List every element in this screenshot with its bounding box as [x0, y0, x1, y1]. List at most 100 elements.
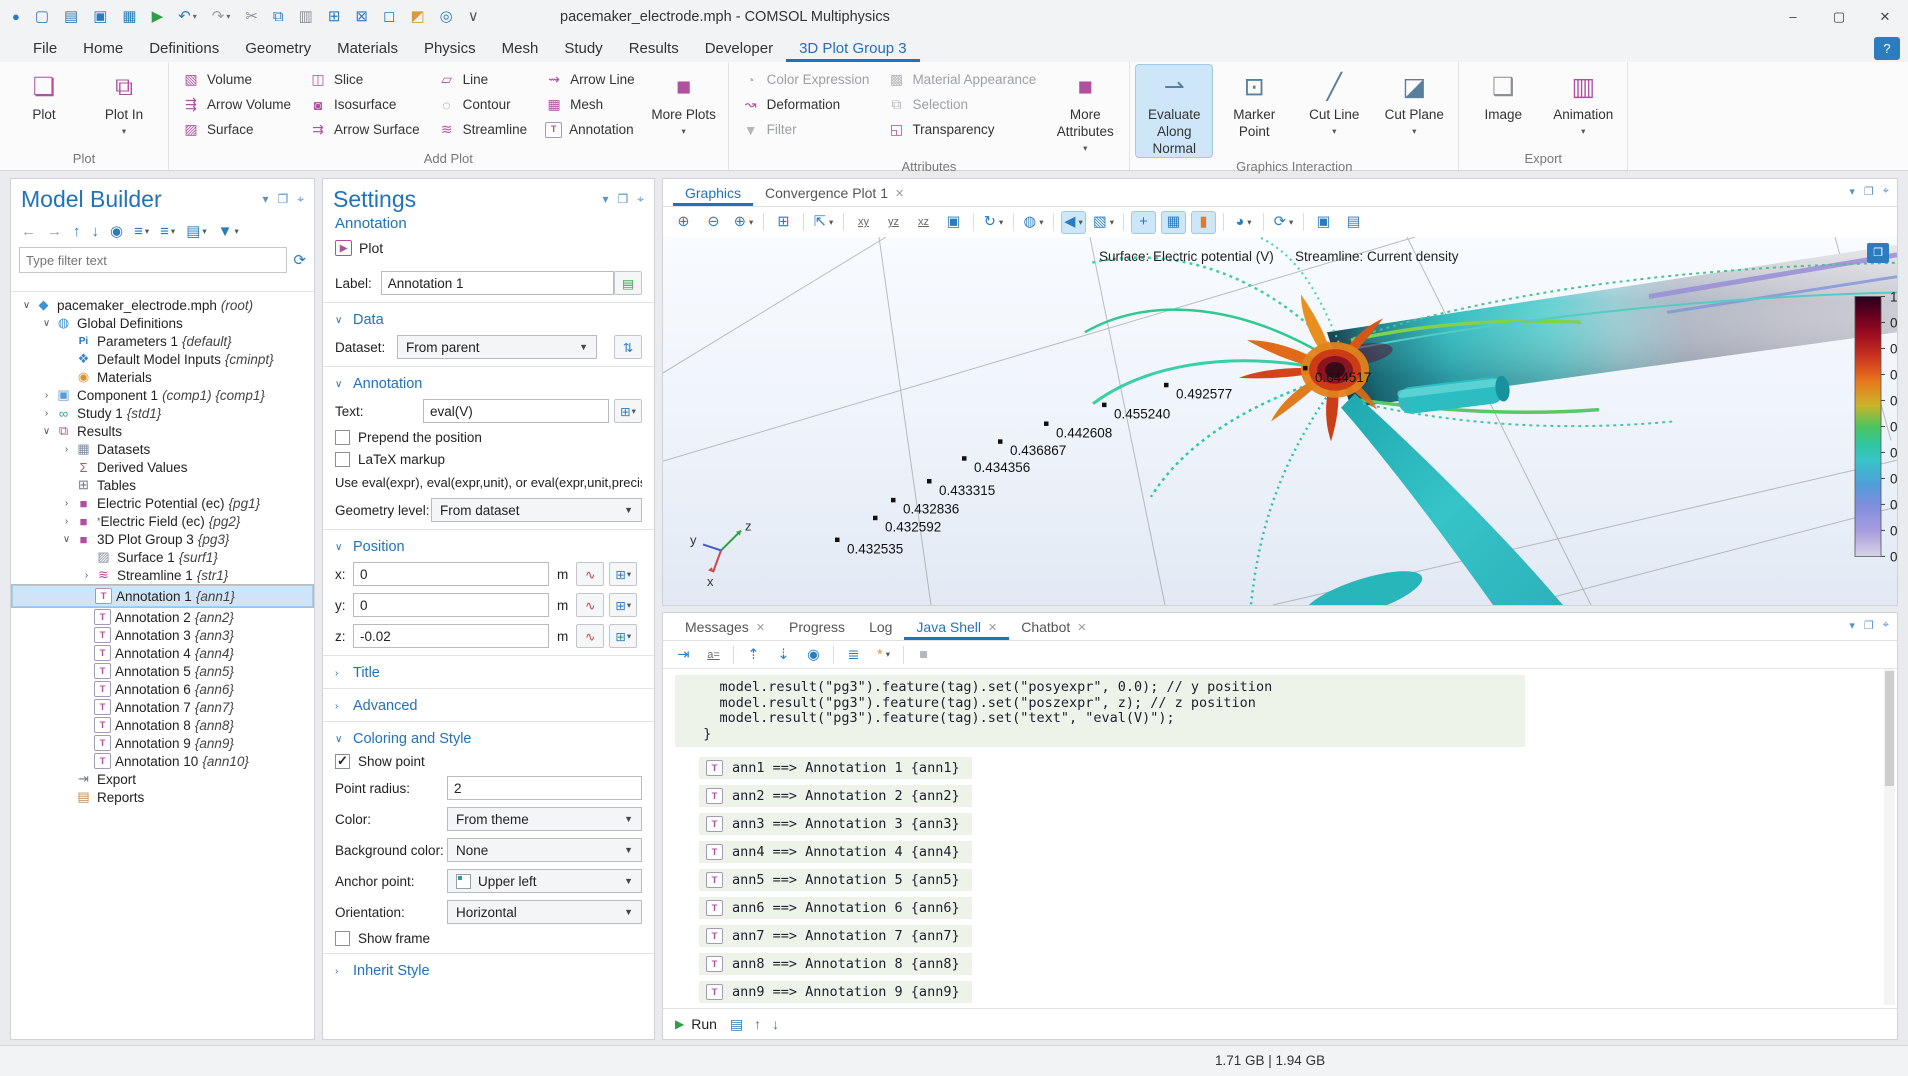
- menu-tab-home[interactable]: Home: [70, 36, 136, 62]
- view-yz-icon[interactable]: yz: [881, 211, 906, 234]
- menu-tab-developer[interactable]: Developer: [692, 36, 786, 62]
- annotation-button[interactable]: TAnnotation: [538, 117, 642, 142]
- dataset-select[interactable]: From parent▼: [397, 335, 597, 359]
- plot-in-button[interactable]: ⧉Plot In▾: [86, 65, 162, 140]
- line-button[interactable]: ▱Line: [431, 67, 535, 92]
- tree-item-annotation-2[interactable]: TAnnotation 2{ann2}: [11, 608, 314, 626]
- section-inherit-style[interactable]: ›Inherit Style: [335, 963, 642, 979]
- tree-item-pacemaker_electrode-mph[interactable]: ∨◆pacemaker_electrode.mph(root): [11, 296, 314, 314]
- run-icon[interactable]: ▶: [152, 0, 164, 34]
- menu-tab-mesh[interactable]: Mesh: [489, 36, 552, 62]
- log-file-icon[interactable]: ⇥: [671, 643, 696, 666]
- graphics-tab-convergence-plot-1[interactable]: Convergence Plot 1✕: [753, 182, 916, 206]
- tree-item-derived-values[interactable]: ΣDerived Values: [11, 458, 314, 476]
- geometry-level-select[interactable]: From dataset▼: [431, 498, 642, 522]
- section-position[interactable]: ∨Position: [335, 539, 642, 555]
- show-color-legend-icon[interactable]: ▮: [1191, 211, 1216, 234]
- collapse-all-icon[interactable]: ≡▾: [160, 223, 175, 240]
- menu-tab-results[interactable]: Results: [616, 36, 692, 62]
- show-axes-icon[interactable]: +: [1131, 211, 1156, 234]
- rename-note-icon[interactable]: ▤: [614, 271, 642, 295]
- position-x-input[interactable]: [353, 562, 549, 586]
- save-icon[interactable]: ▣: [93, 0, 107, 34]
- detach-view-icon[interactable]: ❐: [1867, 243, 1889, 263]
- pin-panel-icon[interactable]: ⌖: [297, 192, 304, 207]
- select-box-icon[interactable]: ◻: [383, 0, 395, 34]
- collapse-sections-icon[interactable]: ⇣: [771, 643, 796, 666]
- tree-expander-icon[interactable]: ›: [59, 444, 74, 455]
- slice-button[interactable]: ◫Slice: [302, 67, 427, 92]
- float-panel-icon[interactable]: ❐: [617, 192, 628, 207]
- sound-icon[interactable]: ◀▾: [1061, 211, 1086, 234]
- forward-icon[interactable]: →: [47, 223, 62, 240]
- deselect-icon[interactable]: ◩: [410, 0, 424, 34]
- cut-icon[interactable]: ✂: [245, 0, 258, 34]
- tree-item-export[interactable]: ⇥Export: [11, 770, 314, 788]
- undo-icon[interactable]: ↶▾: [178, 0, 197, 34]
- tree-item-annotation-10[interactable]: TAnnotation 10{ann10}: [11, 752, 314, 770]
- tree-item-reports[interactable]: ▤Reports: [11, 788, 314, 806]
- command-input-icon[interactable]: ▤: [730, 1016, 743, 1033]
- range-icon[interactable]: ∿: [576, 593, 604, 617]
- tree-item-annotation-9[interactable]: TAnnotation 9{ann9}: [11, 734, 314, 752]
- menu-tab-geometry[interactable]: Geometry: [232, 36, 324, 62]
- isosurface-button[interactable]: ◙Isosurface: [302, 92, 427, 117]
- menu-tab-file[interactable]: File: [20, 36, 70, 62]
- model-tree-node-icon[interactable]: ▤▾: [186, 222, 206, 240]
- zoom-box-icon[interactable]: ⊕▾: [731, 211, 756, 234]
- float-panel-icon[interactable]: ❐: [1864, 185, 1874, 198]
- more-plots-button[interactable]: ■More Plots▾: [646, 65, 722, 140]
- transparency-button[interactable]: ◱Transparency: [880, 117, 1043, 142]
- tree-expander-icon[interactable]: ∨: [59, 534, 74, 545]
- arrow-line-button[interactable]: ⇝Arrow Line: [538, 67, 642, 92]
- maximize-button[interactable]: ▢: [1816, 0, 1862, 34]
- toolbar-overflow-icon[interactable]: ∨: [468, 0, 479, 34]
- deformation-button[interactable]: ↝Deformation: [735, 92, 877, 117]
- tree-item-global-definitions[interactable]: ∨◍Global Definitions: [11, 314, 314, 332]
- label-input[interactable]: [381, 271, 614, 295]
- tree-item-annotation-1[interactable]: TAnnotation 1{ann1}: [11, 584, 314, 608]
- background-color-select[interactable]: None▼: [447, 838, 642, 862]
- panel-menu-icon[interactable]: ▾: [1849, 185, 1855, 198]
- tree-item-surface-1[interactable]: ▨Surface 1{surf1}: [11, 548, 314, 566]
- save-as-icon[interactable]: ▦: [122, 0, 136, 34]
- float-panel-icon[interactable]: ❐: [277, 192, 288, 207]
- section-annotation[interactable]: ∨Annotation: [335, 376, 642, 392]
- delete-icon[interactable]: ⊠: [355, 0, 368, 34]
- menu-tab-materials[interactable]: Materials: [324, 36, 411, 62]
- surface-button[interactable]: ▨Surface: [175, 117, 298, 142]
- graphics-tab-graphics[interactable]: Graphics: [673, 182, 753, 206]
- help-icon[interactable]: ?: [1874, 37, 1900, 60]
- redo-icon[interactable]: ↷▾: [212, 0, 231, 34]
- console-tab-log[interactable]: Log: [857, 616, 904, 640]
- plot-settings-button[interactable]: Plot: [359, 240, 383, 256]
- tree-item-datasets[interactable]: ›▦Datasets: [11, 440, 314, 458]
- show-grid-icon[interactable]: ▦: [1161, 211, 1186, 234]
- tree-item-parameters-1[interactable]: PiParameters 1{default}: [11, 332, 314, 350]
- tree-item-component-1[interactable]: ›▣Component 1(comp1) {comp1}: [11, 386, 314, 404]
- console-tab-messages[interactable]: Messages✕: [673, 616, 777, 640]
- tree-item-default-model-inputs[interactable]: ❖Default Model Inputs{cminpt}: [11, 350, 314, 368]
- close-tab-icon[interactable]: ✕: [1077, 621, 1086, 634]
- console-tab-progress[interactable]: Progress: [777, 616, 857, 640]
- show-point-checkbox[interactable]: [335, 754, 350, 769]
- zoom-in-icon[interactable]: ⊕: [671, 211, 696, 234]
- tree-item-tables[interactable]: ⊞Tables: [11, 476, 314, 494]
- color-select[interactable]: From theme▼: [447, 807, 642, 831]
- section-advanced[interactable]: ›Advanced: [335, 698, 642, 714]
- transparency-view-icon[interactable]: ▧▾: [1091, 211, 1116, 234]
- range-icon[interactable]: ∿: [576, 624, 604, 648]
- move-down-icon[interactable]: ↓: [92, 223, 100, 240]
- float-panel-icon[interactable]: ❐: [1864, 619, 1874, 632]
- pin-panel-icon[interactable]: ⌖: [1883, 619, 1889, 632]
- image-button[interactable]: ❑Image: [1465, 65, 1541, 123]
- section-title[interactable]: ›Title: [335, 665, 642, 681]
- mesh-button[interactable]: ▦Mesh: [538, 92, 642, 117]
- clear-shell-icon[interactable]: *▾: [871, 643, 896, 666]
- camera-view-icon[interactable]: ▣: [941, 211, 966, 234]
- copy-icon[interactable]: ⧉: [273, 0, 284, 34]
- cut-line-button[interactable]: ╱Cut Line▾: [1296, 65, 1372, 140]
- history-down-icon[interactable]: ↓: [772, 1016, 779, 1033]
- switch-dataset-icon[interactable]: ⇅: [614, 335, 642, 359]
- expression-combo-icon[interactable]: ⊞▾: [609, 593, 637, 617]
